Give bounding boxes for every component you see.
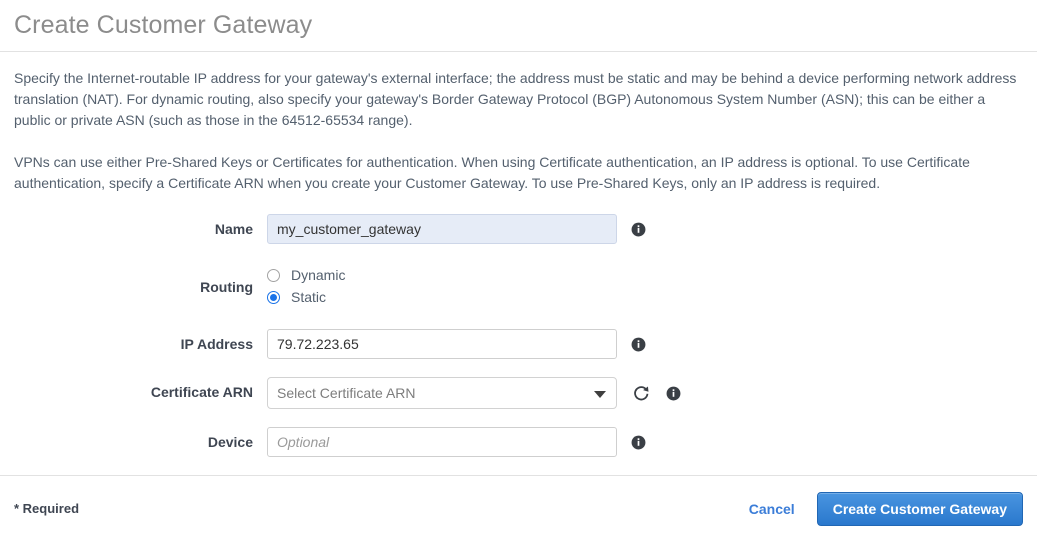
device-control	[267, 427, 646, 457]
ip-address-label: IP Address	[180, 336, 253, 352]
name-label: Name	[214, 221, 253, 237]
radio-dynamic-label: Dynamic	[291, 267, 346, 283]
ip-address-control	[267, 329, 646, 359]
create-customer-gateway-button[interactable]: Create Customer Gateway	[816, 491, 1023, 526]
required-note: * Required	[14, 501, 80, 516]
routing-control: Dynamic Static	[267, 262, 345, 309]
form-row-device: Device	[14, 427, 1023, 457]
name-input[interactable]	[267, 214, 617, 244]
device-label: Device	[207, 434, 253, 450]
intro-paragraph-2: VPNs can use either Pre-Shared Keys or C…	[14, 154, 970, 191]
form-row-routing: Routing Dynamic Static	[14, 262, 1023, 309]
radio-dynamic-indicator[interactable]	[267, 268, 280, 282]
radio-option-static[interactable]: Static	[267, 287, 345, 307]
info-icon[interactable]	[631, 222, 646, 237]
intro-paragraph-1: Specify the Internet-routable IP address…	[14, 70, 1017, 128]
dialog-footer: * Required Cancel Create Customer Gatewa…	[0, 475, 1037, 541]
name-control	[267, 214, 646, 244]
cancel-button[interactable]: Cancel	[749, 501, 795, 517]
info-icon[interactable]	[666, 386, 681, 401]
radio-option-dynamic[interactable]: Dynamic	[267, 265, 345, 285]
routing-label: Routing	[200, 279, 253, 295]
certificate-arn-control: Select Certificate ARN	[267, 377, 681, 409]
footer-actions: Cancel Create Customer Gateway	[749, 491, 1023, 526]
page-title: Create Customer Gateway	[14, 11, 313, 39]
form-row-ip-address: IP Address	[14, 329, 1023, 359]
certificate-arn-selected-value[interactable]: Select Certificate ARN	[267, 377, 617, 409]
dialog-body: Specify the Internet-routable IP address…	[0, 52, 1037, 475]
radio-static-indicator[interactable]	[267, 290, 280, 304]
info-icon[interactable]	[631, 337, 646, 352]
routing-radio-group: Dynamic Static	[267, 262, 345, 309]
form-row-certificate-arn: Certificate ARN Select Certificate ARN	[14, 377, 1023, 409]
ip-address-input[interactable]	[267, 329, 617, 359]
refresh-icon[interactable]	[633, 385, 650, 402]
certificate-arn-label: Certificate ARN	[150, 384, 253, 400]
customer-gateway-form: Name Routing Dynam	[14, 214, 1023, 457]
info-icon[interactable]	[631, 435, 646, 450]
device-input[interactable]	[267, 427, 617, 457]
form-row-name: Name	[14, 214, 1023, 244]
certificate-arn-select[interactable]: Select Certificate ARN	[267, 377, 617, 409]
create-customer-gateway-dialog: Create Customer Gateway Specify the Inte…	[0, 0, 1037, 537]
dialog-header: Create Customer Gateway	[0, 0, 1037, 52]
radio-static-label: Static	[291, 289, 327, 305]
